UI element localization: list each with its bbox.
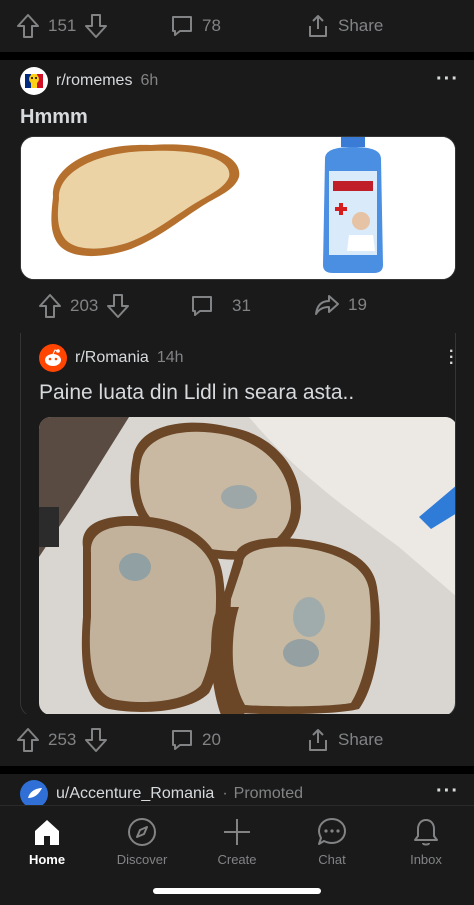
vote-group: 203	[38, 293, 130, 319]
tab-inbox[interactable]: Inbox	[379, 816, 473, 867]
tab-label: Inbox	[410, 852, 442, 867]
upvote-count: 203	[70, 296, 99, 315]
moldy-bread-image	[39, 417, 455, 715]
comment-count: 20	[202, 730, 221, 749]
subreddit-avatar[interactable]	[20, 67, 48, 95]
upvote-count: 151	[48, 16, 77, 35]
home-icon	[35, 820, 59, 845]
share-label: Share	[338, 730, 384, 749]
downvote-icon[interactable]	[84, 13, 108, 39]
post-header: r/romemes 6h	[20, 67, 158, 95]
feed: 151 78 Share r/romemes 6h ··· Hmmm 203 3…	[0, 0, 474, 805]
subreddit-name[interactable]: r/romemes	[56, 72, 132, 90]
tab-label: Chat	[318, 852, 346, 867]
post-age: 6h	[140, 72, 159, 89]
subreddit-avatar[interactable]	[39, 344, 67, 372]
post-age: 14h	[156, 349, 184, 366]
user-avatar[interactable]	[20, 780, 48, 805]
previous-post-footer: 151 78 Share	[0, 0, 474, 52]
comment-count: 31	[232, 296, 251, 315]
separator: ·	[222, 785, 228, 802]
chat-icon	[318, 818, 346, 845]
bread-and-bottle-image	[21, 137, 455, 279]
crosspost-header: r/Romania 14h	[39, 344, 184, 372]
share-button[interactable]: Share	[306, 727, 391, 753]
crosspost-title[interactable]: Paine luata din Lidl in seara asta..	[39, 381, 354, 405]
subreddit-name[interactable]: r/Romania	[75, 349, 149, 367]
plus-icon	[224, 819, 250, 845]
tab-chat[interactable]: Chat	[285, 816, 379, 867]
vote-group: 253	[16, 727, 108, 753]
tab-discover[interactable]: Discover	[95, 816, 189, 867]
bell-icon	[414, 819, 438, 846]
post-actions: 203 31 19	[0, 280, 474, 332]
tab-create[interactable]: Create	[190, 816, 284, 867]
compass-icon	[128, 818, 156, 846]
post-image[interactable]	[20, 136, 456, 280]
upvote-icon[interactable]	[16, 13, 40, 39]
upvote-icon[interactable]	[38, 293, 62, 319]
post-actions: 253 20 Share	[0, 714, 474, 766]
crosspost-button[interactable]: 19	[314, 293, 375, 317]
downvote-icon[interactable]	[106, 293, 130, 319]
promoted-label: Promoted	[233, 785, 304, 802]
comment-icon	[192, 296, 212, 316]
comments-button[interactable]: 31	[190, 294, 259, 318]
moldy-bread-photo[interactable]	[39, 417, 455, 715]
more-options-icon[interactable]: ···	[436, 68, 459, 91]
promoted-header: u/Accenture_Romania · Promoted	[20, 780, 303, 805]
share-icon	[309, 729, 327, 751]
comment-icon	[172, 16, 192, 36]
share-icon	[309, 15, 327, 37]
more-options-icon[interactable]: ···	[449, 344, 454, 372]
post-title[interactable]: Hmmm	[20, 106, 88, 129]
comments-button[interactable]: 78	[170, 14, 229, 38]
share-label: Share	[338, 16, 384, 35]
tab-home[interactable]: Home	[0, 816, 94, 867]
more-options-icon[interactable]: ···	[436, 780, 459, 803]
downvote-icon[interactable]	[84, 727, 108, 753]
comment-icon	[172, 730, 192, 750]
crosspost-count: 19	[348, 295, 367, 314]
forward-icon	[315, 295, 339, 315]
comments-button[interactable]: 20	[170, 728, 229, 752]
upvote-count: 253	[48, 730, 77, 749]
tab-label: Create	[217, 852, 257, 867]
crosspost-card[interactable]: r/Romania 14h · · · Paine luata din Lidl i…	[20, 333, 456, 717]
home-indicator[interactable]	[153, 888, 321, 894]
promoted-post-card[interactable]: u/Accenture_Romania · Promoted ···	[0, 774, 474, 805]
vote-group: 151	[16, 13, 108, 39]
tab-label: Discover	[116, 852, 168, 867]
share-button[interactable]: Share	[306, 13, 391, 39]
upvote-icon[interactable]	[16, 727, 40, 753]
promoted-user[interactable]: u/Accenture_Romania	[56, 785, 214, 803]
tab-label: Home	[28, 852, 66, 867]
comment-count: 78	[202, 16, 221, 35]
